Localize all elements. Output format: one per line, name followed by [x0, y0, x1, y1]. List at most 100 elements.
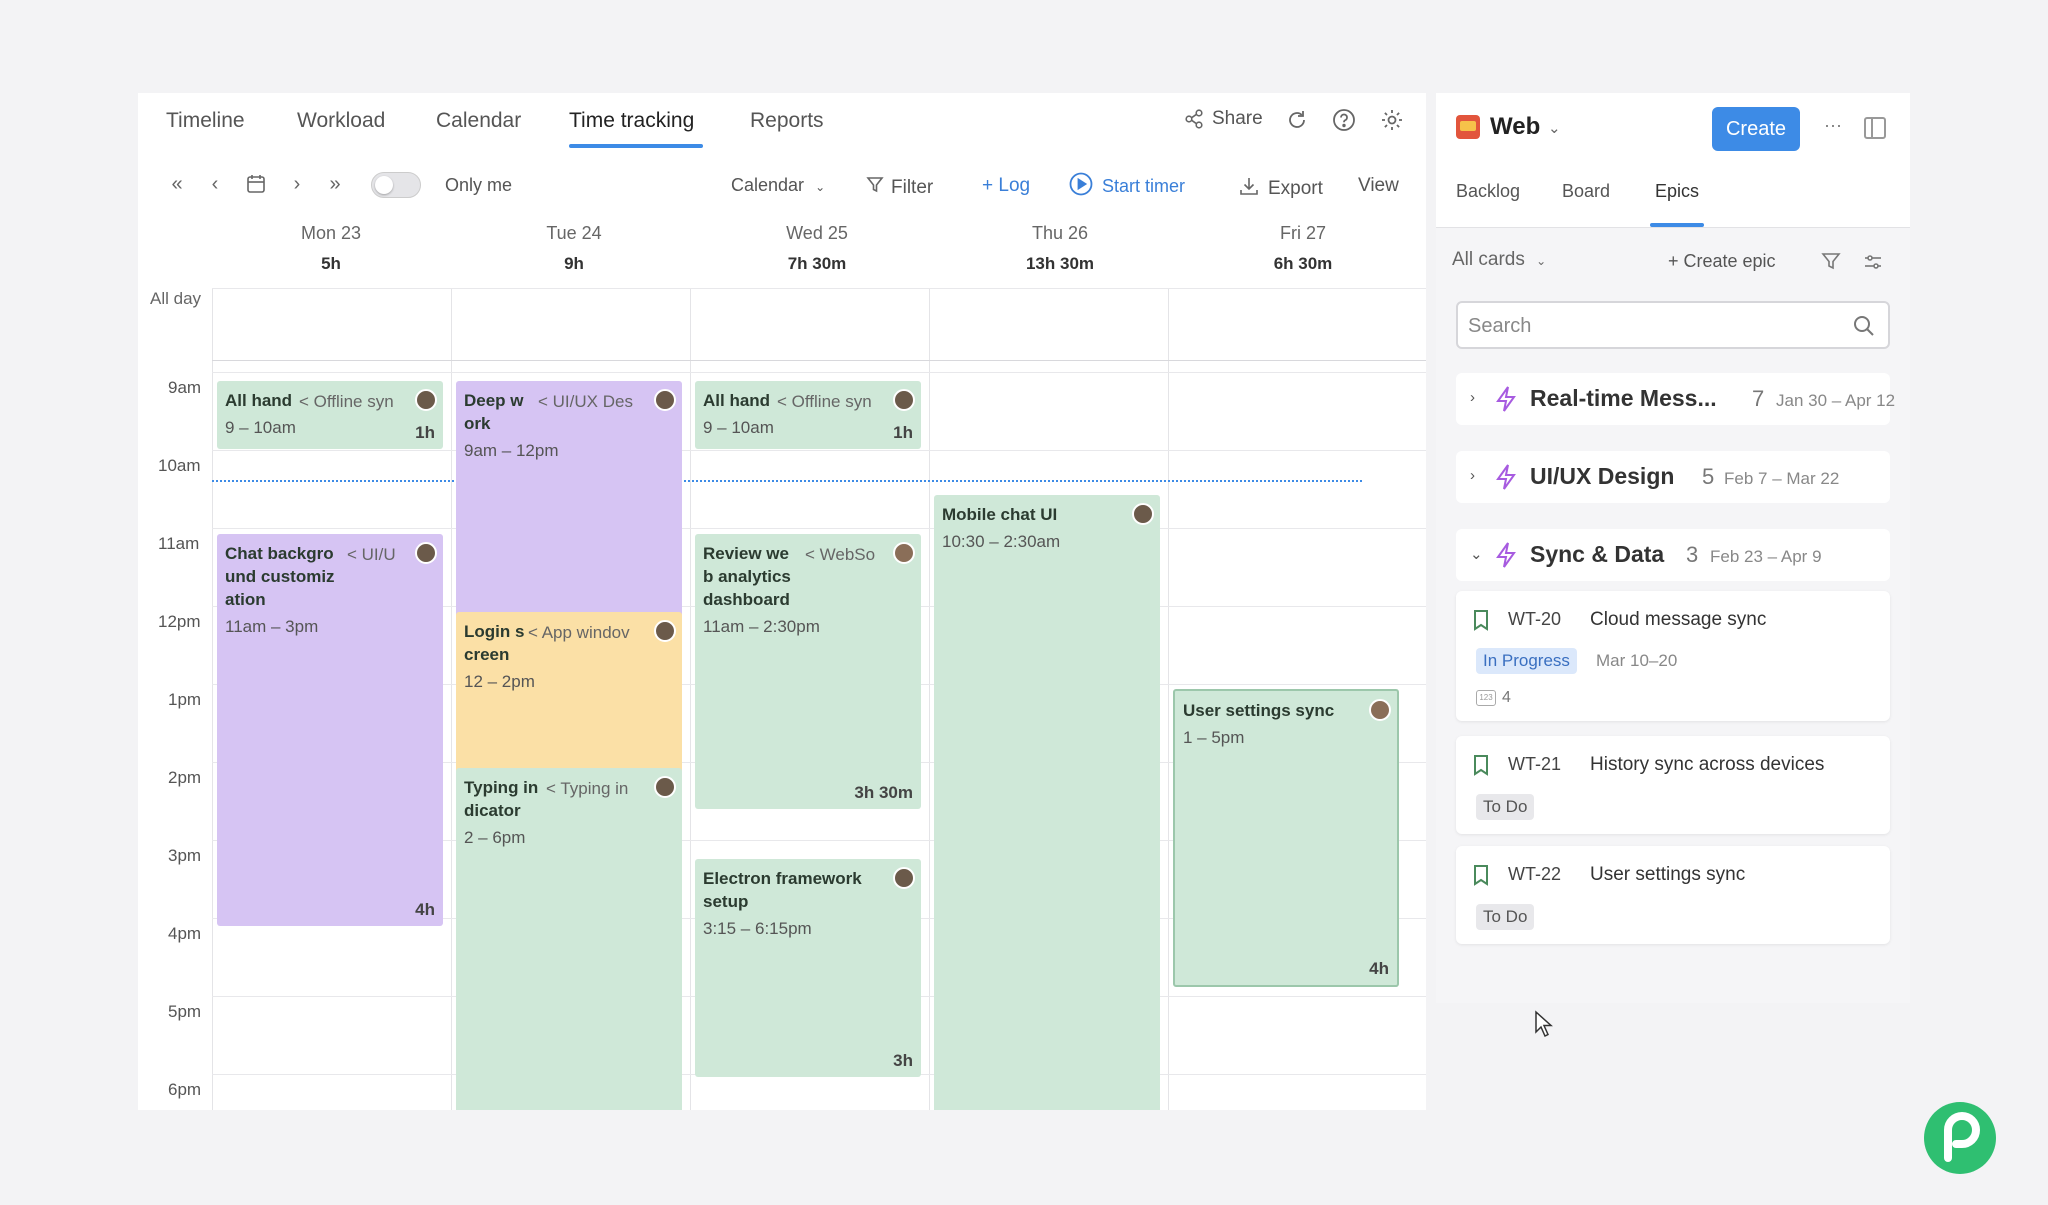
- epic-row-real-time-messaging[interactable]: › Real-time Mess... 7 Jan 30 – Apr 12: [1456, 373, 1895, 425]
- toolbar: « ‹ › » Only me Calendar ⌄ Filter + Log …: [138, 163, 1426, 207]
- all-day-label: All day: [150, 289, 202, 308]
- chevron-right-icon[interactable]: ›: [1470, 389, 1475, 406]
- status-badge: To Do: [1476, 904, 1535, 930]
- calendar-dropdown[interactable]: Calendar ⌄: [731, 175, 825, 196]
- collapse-panel-icon[interactable]: [1864, 117, 1886, 139]
- jump-back-icon[interactable]: «: [164, 173, 190, 199]
- time-entry[interactable]: All hand < Offline syn 9 – 10am 1h: [695, 381, 921, 449]
- start-timer-button[interactable]: Start timer: [1068, 171, 1185, 202]
- share-button[interactable]: Share: [1183, 108, 1263, 130]
- search-icon: [1852, 314, 1876, 343]
- subtask-count: 123 4: [1476, 689, 1511, 707]
- filter-icon: [865, 175, 885, 200]
- log-button[interactable]: + Log: [982, 175, 1030, 197]
- day-header-tue: Tue 24 9h: [546, 223, 602, 273]
- avatar: [893, 542, 915, 564]
- current-time-indicator: [212, 480, 1362, 482]
- more-icon[interactable]: ···: [1824, 115, 1842, 136]
- epic-bolt-icon: [1494, 541, 1518, 574]
- time-label-10am: 10am: [158, 456, 201, 475]
- export-button[interactable]: Export: [1238, 175, 1323, 202]
- project-title[interactable]: Web: [1490, 113, 1540, 141]
- tab-workload[interactable]: Workload: [297, 109, 385, 133]
- time-label-3pm: 3pm: [168, 846, 202, 865]
- time-entry[interactable]: Review we b analytics dashboard < WebSo …: [695, 534, 921, 809]
- side-panel-header: Web ⌄ Create ··· Backlog Board Epics: [1436, 93, 1910, 228]
- tab-epics[interactable]: Epics: [1655, 181, 1699, 202]
- download-icon: [1238, 175, 1260, 202]
- status-badge: To Do: [1476, 794, 1535, 820]
- time-label-4pm: 4pm: [168, 924, 202, 943]
- time-label-5pm: 5pm: [168, 1002, 202, 1021]
- issue-card-wt-22[interactable]: WT-22 User settings sync To Do: [1456, 846, 1890, 944]
- time-label-12pm: 12pm: [158, 612, 201, 631]
- time-tracking-panel: Timeline Workload Calendar Time tracking…: [138, 93, 1426, 1110]
- avatar: [1132, 503, 1154, 525]
- prev-week-icon[interactable]: ‹: [202, 173, 228, 199]
- view-tabs: Timeline Workload Calendar Time tracking…: [138, 93, 1426, 153]
- create-epic-button[interactable]: + Create epic: [1668, 251, 1776, 272]
- project-logo-icon: [1456, 115, 1480, 139]
- filter-button[interactable]: Filter: [865, 175, 933, 200]
- tab-backlog[interactable]: Backlog: [1456, 181, 1520, 202]
- time-entry[interactable]: Mobile chat UI 10:30 – 2:30am: [934, 495, 1160, 1110]
- chevron-down-icon[interactable]: ⌄: [1548, 119, 1561, 137]
- brand-logo-icon: [1920, 1098, 2000, 1183]
- issue-card-wt-21[interactable]: WT-21 History sync across devices To Do: [1456, 736, 1890, 834]
- bookmark-icon: [1472, 754, 1490, 781]
- time-entry[interactable]: Chat backgro und customiz ation < UI/U 1…: [217, 534, 443, 926]
- epics-filter-row: All cards ⌄ + Create epic: [1436, 243, 1910, 283]
- avatar: [893, 867, 915, 889]
- chevron-down-icon[interactable]: ⌄: [1470, 545, 1483, 563]
- day-header-mon: Mon 23 5h: [300, 223, 362, 273]
- all-cards-dropdown[interactable]: All cards ⌄: [1452, 249, 1546, 271]
- only-me-label: Only me: [445, 175, 513, 195]
- tab-board[interactable]: Board: [1562, 181, 1610, 202]
- chevron-down-icon: ⌄: [815, 180, 826, 194]
- jump-forward-icon[interactable]: »: [322, 173, 348, 199]
- avatar: [415, 542, 437, 564]
- chevron-right-icon[interactable]: ›: [1470, 467, 1475, 484]
- settings-gear-icon[interactable]: [1379, 107, 1405, 133]
- epic-row-sync-and-data[interactable]: ⌄ Sync & Data 3 Feb 23 – Apr 9: [1456, 529, 1890, 581]
- tab-calendar[interactable]: Calendar: [436, 109, 521, 133]
- chevron-down-icon: ⌄: [1536, 254, 1547, 268]
- avatar: [1369, 699, 1391, 721]
- tab-time-tracking[interactable]: Time tracking: [569, 109, 694, 133]
- time-entry[interactable]: User settings sync 1 – 5pm 4h: [1173, 689, 1399, 987]
- only-me-toggle[interactable]: [371, 172, 421, 198]
- epic-row-ui-ux-design[interactable]: › UI/UX Design 5 Feb 7 – Mar 22: [1456, 451, 1890, 503]
- sliders-icon[interactable]: [1862, 251, 1884, 278]
- share-icon: [1183, 108, 1205, 130]
- day-header-thu: Thu 26 13h 30m: [1025, 223, 1095, 273]
- date-picker-icon[interactable]: [245, 173, 271, 199]
- create-button[interactable]: Create: [1712, 107, 1800, 151]
- refresh-icon[interactable]: [1284, 107, 1310, 133]
- tab-timeline[interactable]: Timeline: [166, 109, 245, 133]
- help-icon[interactable]: [1331, 107, 1357, 133]
- time-label-11am: 11am: [158, 534, 200, 553]
- share-label: Share: [1212, 108, 1263, 129]
- tab-reports[interactable]: Reports: [750, 109, 824, 133]
- next-week-icon[interactable]: ›: [284, 173, 310, 199]
- issue-card-wt-20[interactable]: WT-20 Cloud message sync In Progress Mar…: [1456, 591, 1890, 721]
- epic-search-input[interactable]: Search: [1456, 301, 1890, 349]
- time-entry[interactable]: All hand < Offline syn 9 – 10am 1h: [217, 381, 443, 449]
- time-entry[interactable]: Electron framework setup 3:15 – 6:15pm 3…: [695, 859, 921, 1077]
- avatar: [415, 389, 437, 411]
- mouse-pointer-icon: [1534, 1010, 1554, 1043]
- view-button[interactable]: View: [1358, 175, 1399, 197]
- time-label-1pm: 1pm: [168, 690, 202, 709]
- day-header-fri: Fri 27 6h 30m: [1273, 223, 1333, 273]
- epic-bolt-icon: [1494, 385, 1518, 418]
- avatar: [654, 620, 676, 642]
- day-header-wed: Wed 25 7h 30m: [786, 223, 848, 273]
- time-label-9am: 9am: [168, 378, 202, 397]
- avatar: [654, 389, 676, 411]
- avatar: [654, 776, 676, 798]
- time-entry[interactable]: Typing in dicator < Typing in 2 – 6pm 4h: [456, 768, 682, 1110]
- play-circle-icon: [1068, 171, 1094, 202]
- epics-side-panel: Web ⌄ Create ··· Backlog Board Epics All…: [1436, 93, 1910, 1003]
- filter-icon[interactable]: [1820, 251, 1842, 278]
- avatar: [893, 389, 915, 411]
